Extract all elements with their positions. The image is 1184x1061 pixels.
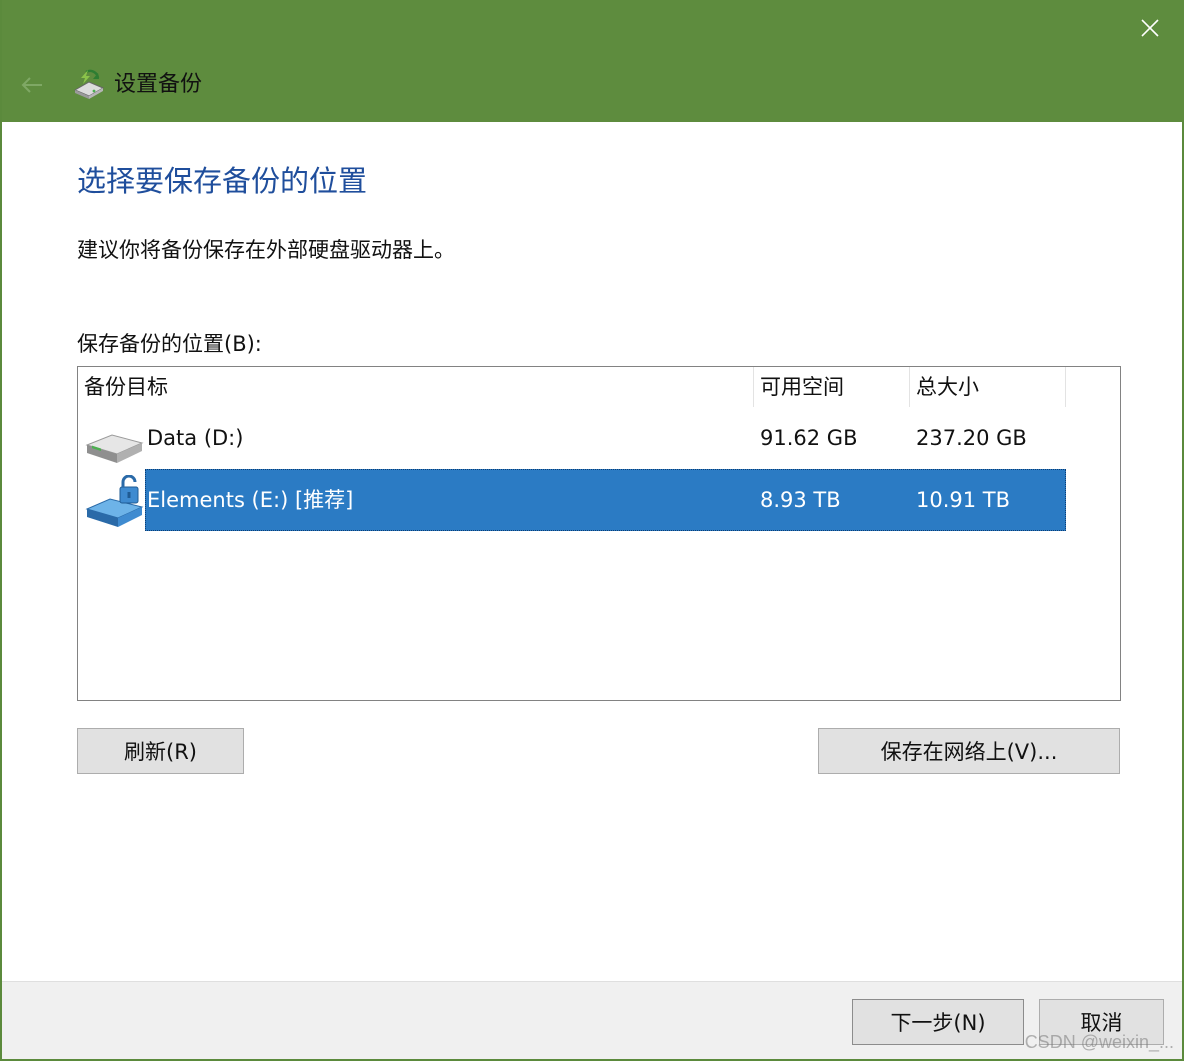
close-icon: [1141, 19, 1159, 37]
drive-total-size: 10.91 TB: [916, 488, 1011, 512]
drive-total-size: 237.20 GB: [916, 426, 1027, 450]
location-list-label: 保存备份的位置(B):: [77, 332, 262, 356]
table-row[interactable]: Data (D:) 91.62 GB 237.20 GB: [78, 407, 1120, 469]
backup-drive-icon: [73, 69, 105, 99]
backup-location-list[interactable]: 备份目标 可用空间 总大小 Data (D:) 91.62 GB 237.20 …: [77, 366, 1121, 701]
save-on-network-button[interactable]: 保存在网络上(V)...: [818, 728, 1120, 774]
page-heading: 选择要保存备份的位置: [77, 164, 368, 198]
next-button[interactable]: 下一步(N): [852, 999, 1024, 1045]
drive-name: Data (D:): [147, 426, 244, 450]
column-header-free-space[interactable]: 可用空间: [754, 367, 910, 407]
setup-backup-window: 设置备份 选择要保存备份的位置 建议你将备份保存在外部硬盘驱动器上。 保存备份的…: [0, 0, 1184, 1061]
back-arrow-icon: [21, 77, 42, 93]
external-drive-icon: [85, 475, 144, 527]
dialog-footer: 下一步(N) 取消: [2, 981, 1182, 1059]
hard-drive-icon: [85, 434, 144, 463]
drive-name: Elements (E:) [推荐]: [147, 488, 354, 512]
close-button[interactable]: [1128, 8, 1172, 48]
back-button[interactable]: [16, 70, 48, 100]
page-description: 建议你将备份保存在外部硬盘驱动器上。: [77, 238, 455, 262]
drive-free-space: 91.62 GB: [760, 426, 858, 450]
column-header-target[interactable]: 备份目标: [78, 367, 754, 407]
column-header-total-size[interactable]: 总大小: [910, 367, 1066, 407]
window-title: 设置备份: [114, 72, 203, 97]
refresh-button[interactable]: 刷新(R): [77, 728, 244, 774]
watermark: CSDN @weixin_...: [1024, 1032, 1174, 1052]
table-row[interactable]: Elements (E:) [推荐] 8.93 TB 10.91 TB: [78, 469, 1120, 531]
drive-free-space: 8.93 TB: [760, 488, 841, 512]
title-bar: 设置备份: [2, 0, 1184, 122]
